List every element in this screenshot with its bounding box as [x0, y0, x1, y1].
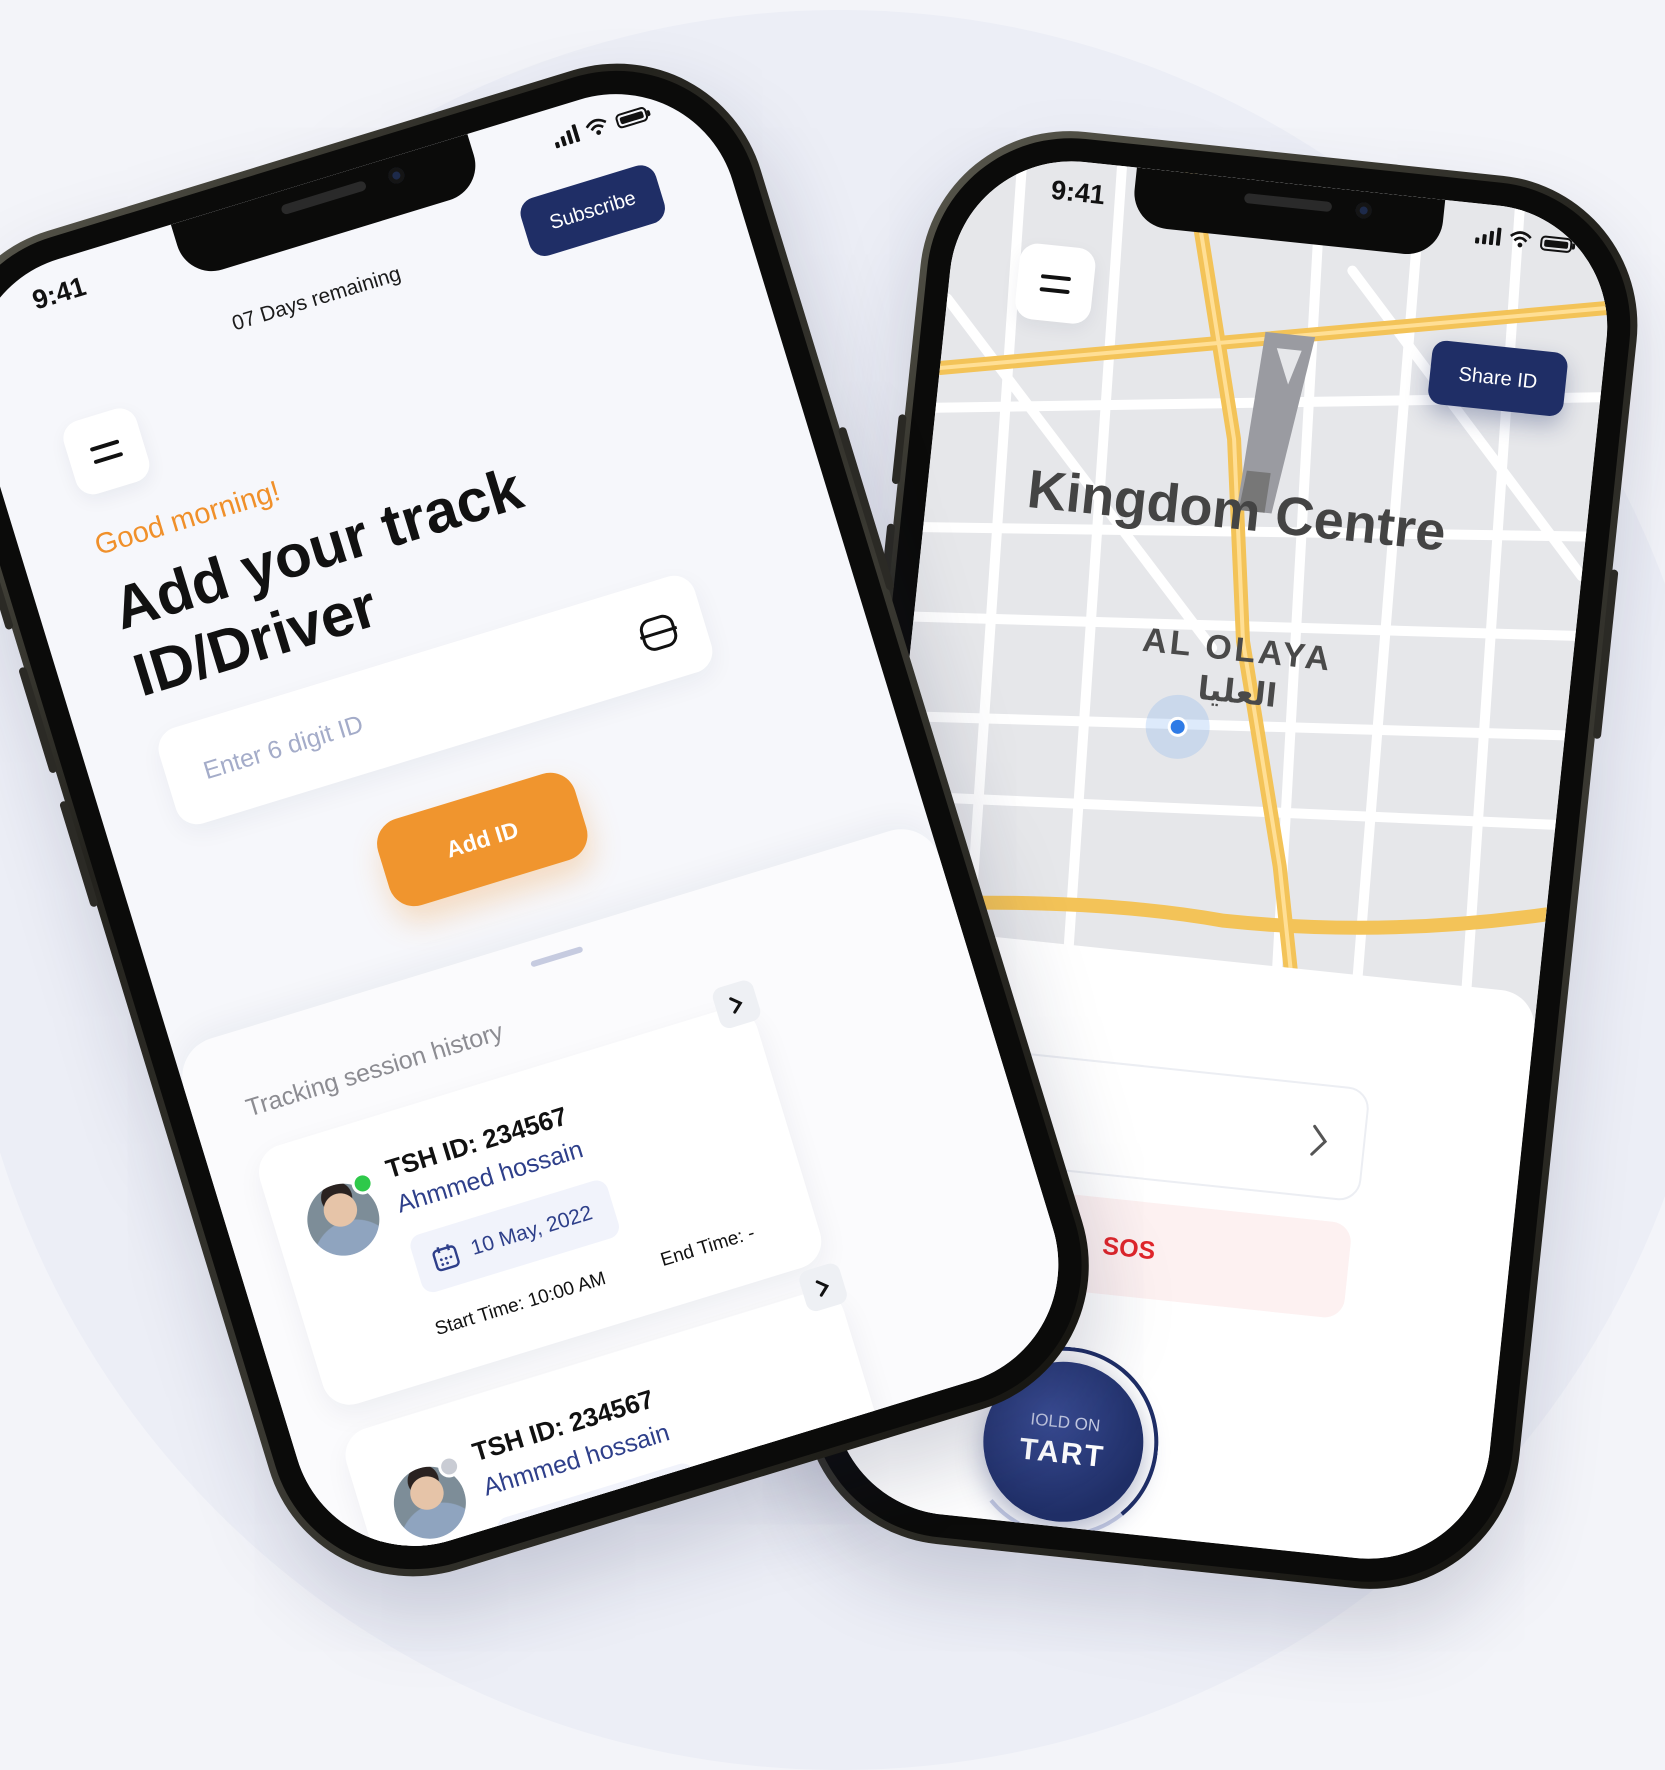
session-date-text: 10 May, 2022: [468, 1201, 596, 1260]
signal-icon: [551, 124, 581, 149]
scan-icon[interactable]: [635, 609, 682, 656]
menu-button[interactable]: [1013, 241, 1098, 326]
wifi-icon: [585, 118, 607, 135]
battery-icon: [614, 105, 650, 130]
add-id-button[interactable]: Add ID: [370, 766, 594, 913]
status-time: 9:41: [1049, 174, 1107, 211]
status-time: 9:41: [28, 271, 90, 316]
menu-button[interactable]: [58, 403, 154, 499]
status-icons: [551, 103, 650, 149]
session-end-time: End Time: -: [658, 1222, 758, 1272]
days-remaining-text: 07 Days remaining: [229, 262, 404, 336]
open-session-button[interactable]: [710, 978, 763, 1031]
map-view[interactable]: Kingdom Centre AL OLAYA العليا: [877, 149, 1620, 1034]
chevron-right-icon: [1310, 1124, 1328, 1156]
open-session-button[interactable]: [796, 1261, 850, 1314]
hold-label: IOLD ON: [1029, 1409, 1102, 1436]
start-label: TART: [1017, 1432, 1107, 1475]
chevron-right-icon: [729, 997, 743, 1014]
battery-icon: [1539, 235, 1573, 254]
sheet-drag-handle[interactable]: [530, 945, 584, 968]
avatar: [298, 1174, 389, 1265]
signal-icon: [1474, 225, 1502, 246]
avatar: [384, 1457, 475, 1548]
map-roads: [877, 150, 1617, 1032]
calendar-icon: [432, 1244, 460, 1272]
phone-notch: [170, 133, 485, 281]
subscribe-button[interactable]: Subscribe: [516, 161, 669, 260]
chevron-right-icon: [815, 1280, 830, 1297]
wifi-icon: [1510, 231, 1532, 248]
map-district-arabic-label: العليا: [1195, 668, 1279, 715]
